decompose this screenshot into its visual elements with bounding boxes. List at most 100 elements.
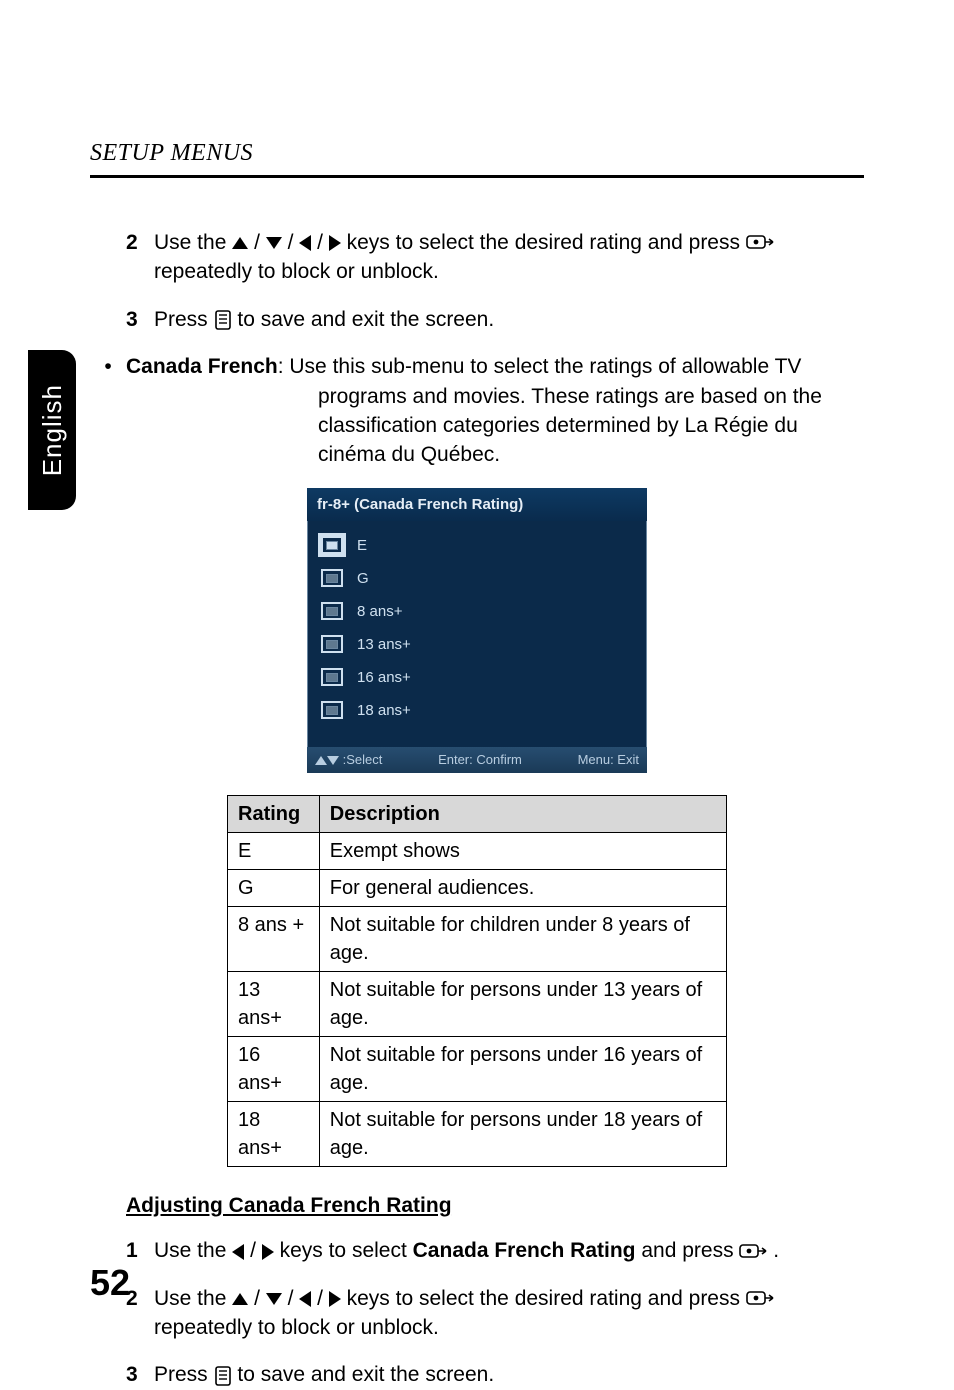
osd-row-label: 8 ans+ (357, 601, 402, 622)
table-header: Rating (228, 795, 320, 832)
table-cell: 13 ans+ (228, 971, 320, 1036)
text: to save and exit the screen. (237, 1363, 494, 1386)
left-arrow-icon (299, 1291, 311, 1307)
step-body: Use the / / / keys to select the desired… (154, 228, 864, 287)
bullet-marker: • (90, 352, 126, 470)
osd-title: fr-8+ (Canada French Rating) (307, 488, 647, 521)
step-b-1: 1 Use the / keys to select Canada French… (126, 1236, 864, 1265)
step-a-2: 2 Use the / / / keys to select the desir… (126, 228, 864, 287)
osd-row-label: 18 ans+ (357, 700, 411, 721)
table-header-row: Rating Description (228, 795, 727, 832)
table-cell: Not suitable for persons under 16 years … (319, 1036, 726, 1101)
osd-checkbox-icon (321, 536, 343, 554)
down-arrow-icon (266, 1293, 282, 1305)
osd-row-label: 13 ans+ (357, 634, 411, 655)
text: Use the (154, 1287, 232, 1310)
text: and press (641, 1239, 739, 1262)
right-arrow-icon (262, 1244, 274, 1260)
text: Use the (154, 231, 232, 254)
step-body: Use the / keys to select Canada French R… (154, 1236, 864, 1265)
step-number: 2 (126, 1284, 154, 1343)
step-b-3: 3 Press to save and exit the screen. (126, 1360, 864, 1389)
language-side-tab: English (28, 350, 76, 510)
separator: / (254, 231, 266, 254)
osd-checkbox-icon (321, 602, 343, 620)
table-row: 8 ans +Not suitable for children under 8… (228, 906, 727, 971)
bullet-text: Use this sub-menu to select the ratings … (289, 355, 822, 466)
separator: / (288, 1287, 300, 1310)
enter-icon (739, 1239, 773, 1262)
osd-footer-select-label: :Select (343, 752, 383, 767)
left-arrow-icon (232, 1244, 244, 1260)
step-number: 2 (126, 228, 154, 287)
step-body: Use the / / / keys to select the desired… (154, 1284, 864, 1343)
title-rule (90, 175, 864, 178)
table-cell: 16 ans+ (228, 1036, 320, 1101)
table-cell: Not suitable for persons under 18 years … (319, 1101, 726, 1166)
osd-footer-confirm: Enter: Confirm (438, 751, 522, 769)
osd-row-label: E (357, 535, 367, 556)
step-a-3: 3 Press to save and exit the screen. (126, 305, 864, 334)
enter-icon (746, 1287, 774, 1310)
up-arrow-icon (232, 1293, 248, 1305)
table-cell: Not suitable for persons under 13 years … (319, 971, 726, 1036)
table-row: 13 ans+Not suitable for persons under 13… (228, 971, 727, 1036)
text: Press (154, 308, 214, 331)
osd-row-label: G (357, 568, 369, 589)
text: . (773, 1239, 779, 1262)
subheading: Adjusting Canada French Rating (126, 1191, 864, 1220)
osd-row: 13 ans+ (317, 628, 637, 661)
text: to save and exit the screen. (237, 308, 494, 331)
text: Press (154, 1363, 214, 1386)
menu-icon (214, 308, 238, 331)
table-cell: For general audiences. (319, 869, 726, 906)
table-row: GFor general audiences. (228, 869, 727, 906)
up-arrow-icon (315, 756, 327, 765)
osd-checkbox-icon (321, 701, 343, 719)
enter-icon (746, 231, 774, 254)
text: repeatedly to block or unblock. (154, 1316, 439, 1339)
osd-footer-select: :Select (315, 751, 382, 769)
table-row: 18 ans+Not suitable for persons under 18… (228, 1101, 727, 1166)
section-title: SETUP MENUS (90, 140, 864, 167)
right-arrow-icon (329, 1291, 341, 1307)
table-row: EExempt shows (228, 832, 727, 869)
table-cell: E (228, 832, 320, 869)
osd-screenshot: fr-8+ (Canada French Rating) E G 8 ans+ … (307, 488, 647, 773)
osd-row: G (317, 562, 637, 595)
menu-icon (214, 1363, 238, 1386)
osd-body: E G 8 ans+ 13 ans+ 16 ans+ (307, 521, 647, 747)
osd-checkbox-icon (321, 668, 343, 686)
osd-row-label: 16 ans+ (357, 667, 411, 688)
step-b-2: 2 Use the / / / keys to select the desir… (126, 1284, 864, 1343)
table-cell: Not suitable for children under 8 years … (319, 906, 726, 971)
text: repeatedly to block or unblock. (154, 260, 439, 283)
bold-text: Canada French Rating (413, 1239, 636, 1262)
osd-row: 8 ans+ (317, 595, 637, 628)
osd-checkbox-icon (321, 635, 343, 653)
up-arrow-icon (232, 237, 248, 249)
down-arrow-icon (266, 237, 282, 249)
bullet-canada-french: • Canada French: Use this sub-menu to se… (90, 352, 864, 470)
separator: / (250, 1239, 262, 1262)
separator: : (278, 355, 290, 378)
right-arrow-icon (329, 235, 341, 251)
osd-footer-exit: Menu: Exit (578, 751, 639, 769)
separator: / (317, 1287, 329, 1310)
text: keys to select the desired rating and pr… (347, 231, 746, 254)
text: keys to select the desired rating and pr… (347, 1287, 746, 1310)
left-arrow-icon (299, 235, 311, 251)
table-cell: 8 ans + (228, 906, 320, 971)
table-header: Description (319, 795, 726, 832)
down-arrow-icon (327, 756, 339, 765)
table-cell: Exempt shows (319, 832, 726, 869)
separator: / (317, 231, 329, 254)
step-body: Press to save and exit the screen. (154, 1360, 864, 1389)
bullet-body: Canada French: Use this sub-menu to sele… (126, 352, 864, 470)
table-cell: G (228, 869, 320, 906)
step-number: 3 (126, 1360, 154, 1389)
text: Use the (154, 1239, 232, 1262)
separator: / (288, 231, 300, 254)
osd-row: E (317, 529, 637, 562)
table-cell: 18 ans+ (228, 1101, 320, 1166)
